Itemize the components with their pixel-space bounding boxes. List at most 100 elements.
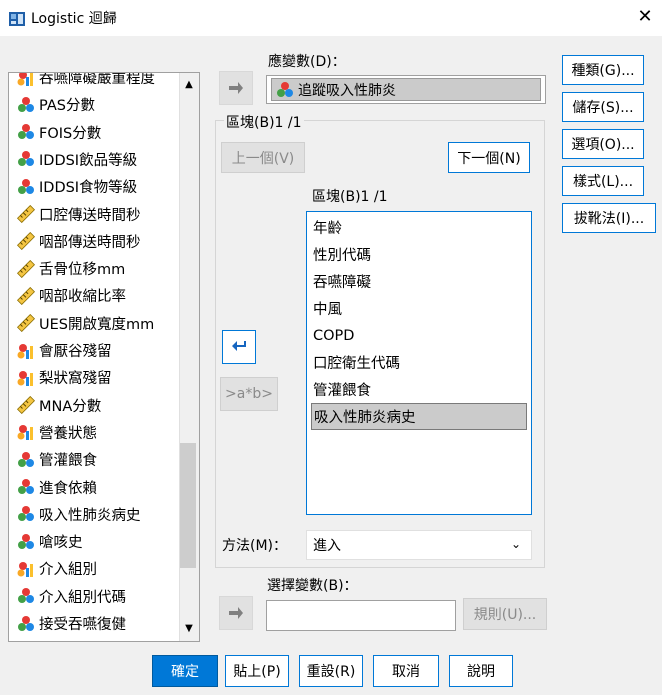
arrow-right-icon xyxy=(229,82,243,94)
arrow-left-icon xyxy=(232,341,246,351)
variable-list-item[interactable]: 會厭谷殘留 xyxy=(17,337,112,364)
close-icon[interactable]: ✕ xyxy=(633,5,657,29)
next-block-button[interactable]: 下一個(N) xyxy=(448,142,530,173)
style-button[interactable]: 樣式(L)... xyxy=(562,166,644,196)
block-title: 區塊(B)1 /1 xyxy=(224,112,304,132)
variable-label: 口腔傳送時間秒 xyxy=(39,207,141,224)
method-label: 方法(M)： xyxy=(222,538,288,554)
covariate-item[interactable]: 口腔衛生代碼 xyxy=(311,349,527,376)
variable-list[interactable]: 吞嚥障礙嚴重程度 PAS分數 FOIS分數 IDDSI飲品等級 IDDSI食物等級 口腔傳… xyxy=(8,72,200,642)
scale-ruler-icon xyxy=(16,396,36,415)
variable-list-scrollbar[interactable]: ▲ ▼ xyxy=(179,73,199,641)
scale-ruler-icon xyxy=(16,259,36,278)
previous-block-button[interactable]: 上一個(V) xyxy=(221,142,305,173)
variable-list-item[interactable]: 咽部收縮比率 xyxy=(16,282,126,309)
selection-variable-field[interactable] xyxy=(266,600,456,631)
covariate-item[interactable]: 性別代碼 xyxy=(311,241,527,268)
variable-list-item[interactable]: 接受吞嚥復健 xyxy=(17,610,126,637)
variable-label: 吸入性肺炎病史 xyxy=(39,507,141,524)
variable-label: MNA分數 xyxy=(39,398,102,415)
variable-list-item[interactable]: 營養狀態 xyxy=(17,419,97,446)
variable-label: PAS分數 xyxy=(39,98,95,115)
variable-list-item[interactable]: 嗆咳史 xyxy=(17,528,83,555)
variable-list-item[interactable]: 進食依賴 xyxy=(17,474,97,501)
covariate-item[interactable]: 年齡 xyxy=(311,214,527,241)
method-value: 進入 xyxy=(313,538,341,554)
variable-list-item[interactable]: UES開啟寬度mm xyxy=(16,310,155,337)
covariate-item[interactable]: 管灌餵食 xyxy=(311,376,527,403)
variable-label: 管灌餵食 xyxy=(39,453,97,470)
ordinal-icon xyxy=(17,150,35,168)
variable-list-item[interactable]: 介入組別代碼 xyxy=(17,583,126,610)
window-title: Logistic 迴歸 xyxy=(31,11,117,27)
variable-label: IDDSI飲品等級 xyxy=(39,152,138,169)
variable-label: UES開啟寬度mm xyxy=(39,316,155,333)
ordinal-icon xyxy=(17,178,35,196)
covariate-item[interactable]: 吞嚥障礙 xyxy=(311,268,527,295)
move-to-dependent-button[interactable] xyxy=(219,71,253,105)
move-to-selection-button[interactable] xyxy=(219,596,253,630)
dependent-value[interactable]: 追蹤吸入性肺炎 xyxy=(271,78,541,101)
categorical-button[interactable]: 種類(G)... xyxy=(562,55,644,85)
variable-list-item[interactable]: 吞嚥障礙嚴重程度 xyxy=(17,73,155,91)
ordinal-icon xyxy=(17,587,35,605)
dependent-value-text: 追蹤吸入性肺炎 xyxy=(298,82,396,99)
scale-ruler-icon xyxy=(16,204,36,224)
move-covariate-button[interactable] xyxy=(222,330,256,364)
variable-list-item[interactable]: MNA分數 xyxy=(16,392,102,419)
variable-list-item[interactable]: 舌骨位移mm xyxy=(16,255,126,282)
variable-label: 梨狀窩殘留 xyxy=(39,371,112,388)
nominal-bar-icon xyxy=(17,73,35,87)
ordinal-icon xyxy=(17,505,35,523)
covariate-item[interactable]: 吸入性肺炎病史 xyxy=(311,403,527,430)
nominal-bar-icon xyxy=(17,560,35,578)
variable-label: 會厭谷殘留 xyxy=(39,344,112,360)
rule-button[interactable]: 規則(U)... xyxy=(463,598,547,630)
ordinal-icon xyxy=(17,478,35,496)
variable-list-item[interactable]: FOIS分數 xyxy=(17,119,101,146)
nominal-bar-icon xyxy=(17,369,35,387)
variable-list-item[interactable]: 介入組別 xyxy=(17,555,97,582)
variable-list-item[interactable]: PAS分數 xyxy=(17,91,95,118)
bootstrap-button[interactable]: 拔靴法(I)... xyxy=(562,203,656,233)
ok-button[interactable]: 確定 xyxy=(152,655,218,687)
variable-label: 舌骨位移mm xyxy=(39,262,126,279)
scale-ruler-icon xyxy=(16,286,36,305)
scroll-thumb[interactable] xyxy=(180,443,196,568)
variable-list-item[interactable]: 管灌餵食 xyxy=(17,446,97,473)
variable-label: 營養狀態 xyxy=(39,425,97,442)
variable-label: 嗆咳史 xyxy=(39,535,83,552)
method-select[interactable]: 進入 ⌄ xyxy=(306,530,532,560)
variable-list-item[interactable]: 梨狀窩殘留 xyxy=(17,364,112,391)
covariate-item[interactable]: COPD xyxy=(311,322,527,349)
interaction-button[interactable]: >a*b> xyxy=(220,377,278,411)
cancel-button[interactable]: 取消 xyxy=(373,655,439,687)
paste-button[interactable]: 貼上(P) xyxy=(225,655,289,687)
options-button[interactable]: 選項(O)... xyxy=(562,129,644,159)
variable-list-item[interactable]: IDDSI飲品等級 xyxy=(17,146,137,173)
scale-ruler-icon xyxy=(16,314,36,333)
variable-list-item[interactable]: IDDSI食物等級 xyxy=(17,173,137,200)
variable-list-item[interactable]: 咽部傳送時間秒 xyxy=(16,228,141,255)
save-button[interactable]: 儲存(S)... xyxy=(562,92,644,122)
variable-label: 接受吞嚥復健 xyxy=(39,617,126,633)
nominal-bar-icon xyxy=(17,423,35,441)
scale-ruler-icon xyxy=(16,232,36,251)
variable-label: 介入組別 xyxy=(39,562,97,579)
ordinal-icon xyxy=(277,81,293,97)
dependent-field[interactable]: 追蹤吸入性肺炎 xyxy=(266,75,546,104)
variable-label: IDDSI食物等級 xyxy=(39,180,138,197)
covariates-list[interactable]: 年齡 性別代碼 吞嚥障礙 中風 COPD 口腔衛生代碼 管灌餵食 吸入性肺炎病史 xyxy=(306,211,532,515)
nominal-bar-icon xyxy=(17,342,35,360)
scroll-down-icon[interactable]: ▼ xyxy=(181,621,197,637)
covariate-item[interactable]: 中風 xyxy=(311,295,527,322)
reset-button[interactable]: 重設(R) xyxy=(299,655,363,687)
variable-label: 咽部收縮比率 xyxy=(39,289,126,306)
ordinal-icon xyxy=(17,533,35,551)
variable-label: 進食依賴 xyxy=(39,480,97,497)
variable-list-item[interactable]: 吸入性肺炎病史 xyxy=(17,501,141,528)
scroll-up-icon[interactable]: ▲ xyxy=(181,77,197,93)
help-button[interactable]: 說明 xyxy=(449,655,513,687)
chevron-down-icon: ⌄ xyxy=(510,537,521,551)
variable-list-item[interactable]: 口腔傳送時間秒 xyxy=(16,201,141,228)
